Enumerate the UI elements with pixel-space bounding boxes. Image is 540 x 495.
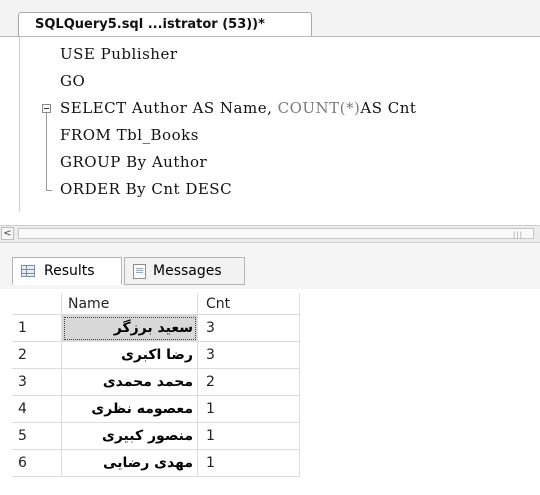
name-cell[interactable]: معصومه نظری [62, 396, 198, 423]
cnt-cell[interactable]: 3 [198, 342, 300, 369]
cnt-cell[interactable]: 3 [198, 315, 300, 342]
tab-messages-label: Messages [153, 263, 222, 279]
code-line-3-alias: AS Cnt [360, 99, 417, 117]
results-pane: Results Messages Name Cnt 1 سعید برزگر 3 2 ر… [0, 243, 540, 495]
name-cell[interactable]: رضا اکبری [62, 342, 198, 369]
column-header-name[interactable]: Name [62, 293, 198, 315]
cnt-cell[interactable]: 1 [198, 423, 300, 450]
row-number[interactable]: 4 [12, 396, 62, 423]
cnt-cell[interactable]: 1 [198, 396, 300, 423]
name-value: منصور کبیری [102, 428, 193, 444]
scrollbar-grip-icon: ||| [512, 231, 523, 239]
name-value: رضا اکبری [121, 347, 193, 363]
name-value: مهدی رضایی [103, 455, 193, 471]
code-line-4[interactable]: FROM Tbl_Books [60, 124, 199, 146]
results-tab-strip: Results Messages [0, 243, 540, 289]
table-row[interactable]: 6 مهدی رضایی 1 [12, 450, 300, 477]
grid-header-row: Name Cnt [12, 293, 300, 315]
name-cell[interactable]: منصور کبیری [62, 423, 198, 450]
cnt-cell[interactable]: 2 [198, 369, 300, 396]
table-row[interactable]: 1 سعید برزگر 3 [12, 315, 300, 342]
document-tab-strip: SQLQuery5.sql ...istrator (53))* [0, 0, 540, 37]
code-line-3[interactable]: SELECT Author AS Name, COUNT(*)AS Cnt [60, 97, 416, 119]
grid-icon [21, 265, 35, 277]
collapse-region-icon[interactable] [42, 104, 51, 113]
fold-region-end [46, 190, 52, 191]
table-row[interactable]: 5 منصور کبیری 1 [12, 423, 300, 450]
code-line-6[interactable]: ORDER By Cnt DESC [60, 178, 232, 200]
column-header-cnt[interactable]: Cnt [198, 293, 300, 315]
fold-region-rail [46, 113, 47, 190]
row-number[interactable]: 5 [12, 423, 62, 450]
name-cell[interactable]: مهدی رضایی [62, 450, 198, 477]
messages-icon [133, 264, 146, 279]
tab-messages[interactable]: Messages [124, 257, 245, 285]
code-line-2[interactable]: GO [60, 70, 85, 92]
name-value: معصومه نظری [91, 401, 193, 417]
name-cell[interactable]: محمد محمدی [62, 369, 198, 396]
code-line-1[interactable]: USE Publisher [60, 43, 178, 65]
code-line-3-count: COUNT(*) [277, 99, 361, 117]
name-cell[interactable]: سعید برزگر [62, 315, 198, 342]
row-number[interactable]: 1 [12, 315, 62, 342]
table-row[interactable]: 3 محمد محمدی 2 [12, 369, 300, 396]
query-document-tab[interactable]: SQLQuery5.sql ...istrator (53))* [18, 12, 312, 36]
table-row[interactable]: 2 رضا اکبری 3 [12, 342, 300, 369]
grid-body: 1 سعید برزگر 3 2 رضا اکبری 3 3 محمد محمدی 2 4 معصو… [12, 315, 300, 477]
scrollbar-thumb[interactable]: ||| [18, 228, 534, 239]
editor-gutter-margin [19, 37, 20, 212]
scroll-left-arrow-icon[interactable]: < [1, 227, 14, 240]
code-line-3-select: SELECT Author AS Name, [60, 99, 278, 117]
code-line-5[interactable]: GROUP By Author [60, 151, 207, 173]
name-value: سعید برزگر [113, 320, 193, 336]
results-grid[interactable]: Name Cnt 1 سعید برزگر 3 2 رضا اکبری 3 3 محمد مح… [12, 293, 300, 477]
name-value: محمد محمدی [102, 374, 193, 390]
cnt-cell[interactable]: 1 [198, 450, 300, 477]
row-number[interactable]: 2 [12, 342, 62, 369]
editor-horizontal-scrollbar[interactable]: < ||| [0, 225, 540, 243]
row-header-corner[interactable] [12, 293, 62, 315]
table-row[interactable]: 4 معصومه نظری 1 [12, 396, 300, 423]
row-number[interactable]: 6 [12, 450, 62, 477]
query-document-tab-label: SQLQuery5.sql ...istrator (53))* [35, 17, 265, 32]
tab-results[interactable]: Results [12, 257, 122, 285]
row-number[interactable]: 3 [12, 369, 62, 396]
query-editor[interactable]: USE Publisher GO SELECT Author AS Name, … [0, 37, 540, 225]
tab-results-label: Results [44, 263, 95, 279]
